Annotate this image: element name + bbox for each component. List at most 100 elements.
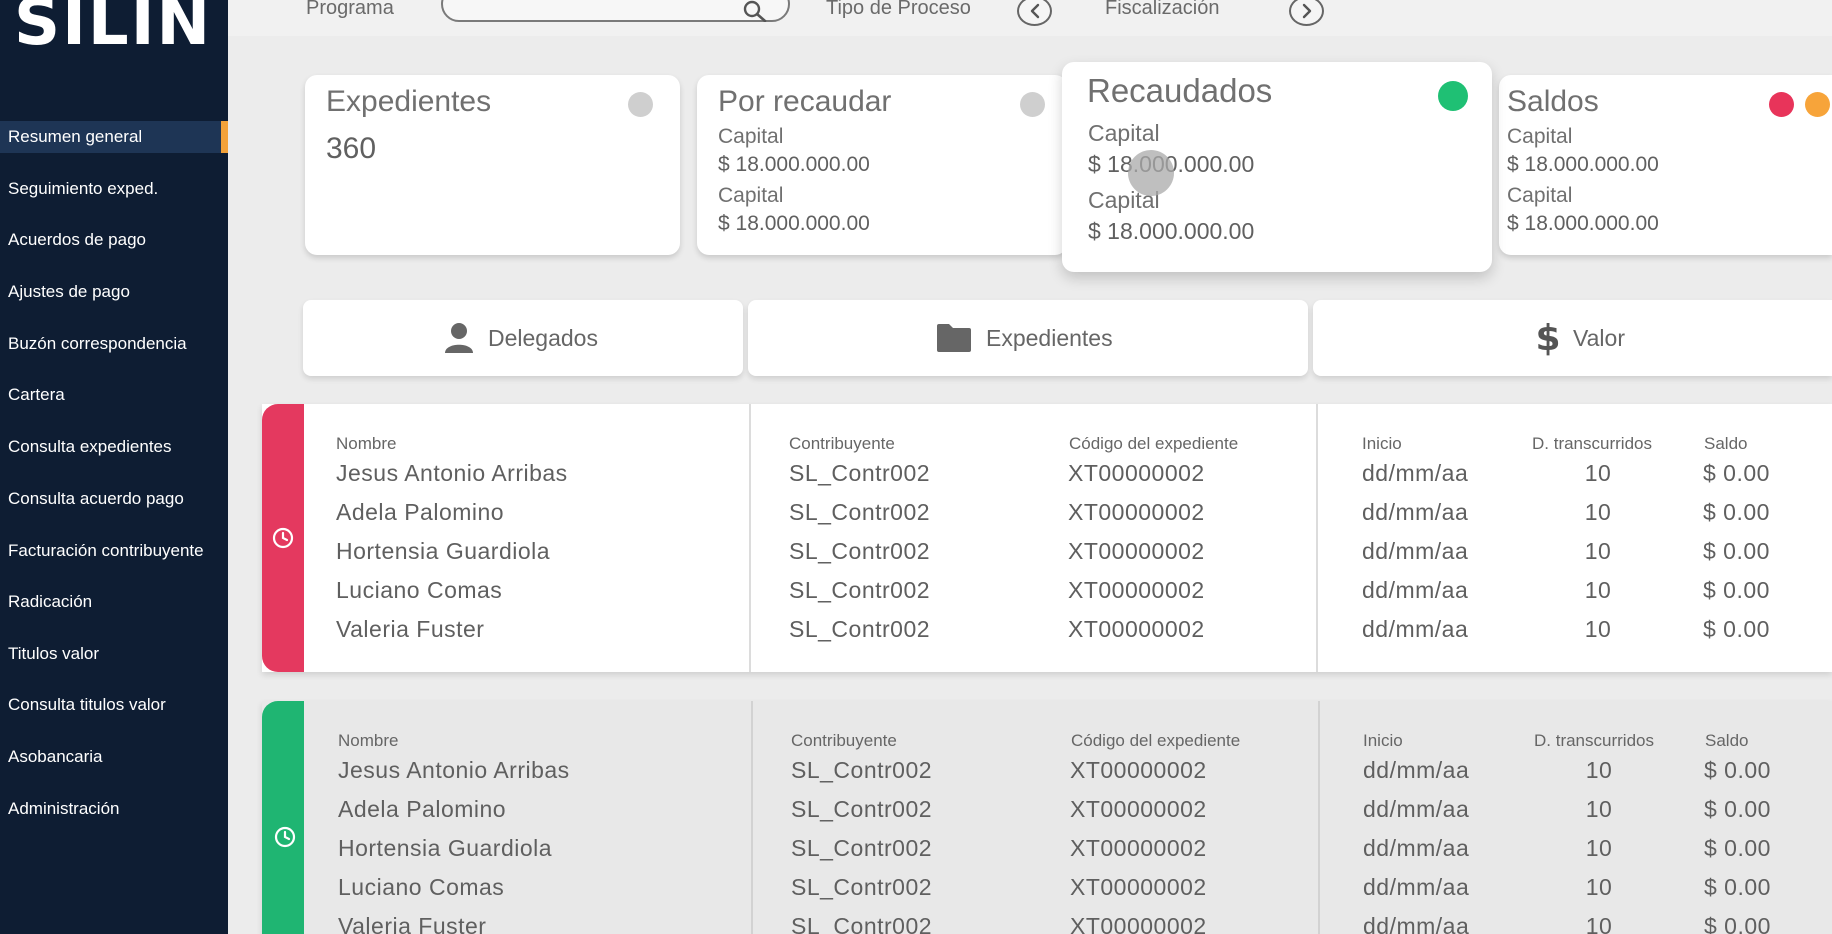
sidebar-item-facturacion-contribuyente[interactable]: Facturación contribuyente (0, 535, 228, 567)
search-icon[interactable] (742, 0, 768, 22)
clock-icon (274, 826, 296, 848)
cell-nombre: Jesus Antonio Arribas (338, 757, 570, 783)
cell-saldo: $ 0.00 (1703, 538, 1770, 564)
column-header-codigo: Código del expediente (1069, 434, 1239, 453)
cell-dias: 10 (1584, 616, 1612, 642)
card-recaudados[interactable]: Recaudados Capital $ 18.000.000.00 Capit… (1062, 62, 1492, 272)
cell-dias: 10 (1585, 913, 1613, 934)
sidebar-item-cartera[interactable]: Cartera (0, 379, 228, 411)
cell-codigo: XT00000002 (1070, 835, 1207, 861)
cell-contribuyente: SL_Contr002 (791, 913, 933, 934)
programa-search-input[interactable] (441, 0, 790, 22)
cell-codigo: XT00000002 (1068, 577, 1205, 603)
card-expedientes[interactable]: Expedientes 360 (305, 75, 680, 255)
sidebar-item-ajustes-de-pago[interactable]: Ajustes de pago (0, 276, 228, 308)
status-dot-green (1438, 81, 1468, 111)
capital-label: Capital (1507, 125, 1573, 148)
cell-saldo: $ 0.00 (1703, 616, 1770, 642)
column-header-saldo: Saldo (1705, 731, 1749, 750)
status-dot (1020, 92, 1045, 117)
dollar-icon: $ (1537, 319, 1559, 357)
cell-contribuyente: SL_Contr002 (791, 757, 933, 783)
sidebar-item-radicacion[interactable]: Radicación (0, 586, 228, 618)
cell-nombre: Jesus Antonio Arribas (336, 460, 568, 486)
cell-inicio: dd/mm/aa (1362, 460, 1469, 486)
cell-nombre: Hortensia Guardiola (336, 538, 551, 564)
card-recaudados-title: Recaudados (1087, 72, 1273, 109)
cell-dias: 10 (1584, 538, 1612, 564)
sidebar-item-consulta-titulos-valor[interactable]: Consulta titulos valor (0, 689, 228, 721)
status-stripe-red (262, 404, 304, 672)
cell-inicio: dd/mm/aa (1363, 835, 1470, 861)
cell-dias: 10 (1585, 796, 1613, 822)
cell-nombre: Luciano Comas (338, 874, 505, 900)
column-divider (749, 404, 751, 672)
person-icon (445, 323, 473, 353)
capital-label: Capital (718, 184, 784, 207)
cell-inicio: dd/mm/aa (1363, 913, 1470, 934)
cell-nombre: Hortensia Guardiola (338, 835, 553, 861)
capital-value: $ 18.000.000.00 (718, 212, 870, 235)
capital-value: $ 18.000.000.00 (1507, 212, 1659, 235)
cell-contribuyente: SL_Contr002 (789, 499, 931, 525)
card-expedientes-count: 360 (326, 132, 377, 165)
sidebar-item-titulos-valor[interactable]: Titulos valor (0, 638, 228, 670)
status-dot (628, 92, 653, 117)
tab-valor[interactable]: $ Valor (1313, 300, 1832, 376)
cell-codigo: XT00000002 (1068, 460, 1205, 486)
capital-label: Capital (1088, 120, 1160, 146)
cell-nombre: Valeria Fuster (336, 616, 485, 642)
cell-saldo: $ 0.00 (1704, 757, 1771, 783)
capital-label: Capital (718, 125, 784, 148)
column-header-inicio: Inicio (1362, 434, 1402, 453)
column-header-dias: D. transcurridos (1532, 434, 1652, 453)
tab-delegados[interactable]: Delegados (303, 300, 743, 376)
chevron-right-icon (1302, 3, 1312, 19)
sidebar-item-asobancaria[interactable]: Asobancaria (0, 741, 228, 773)
column-header-inicio: Inicio (1363, 731, 1403, 750)
column-header-codigo: Código del expediente (1071, 731, 1241, 750)
sidebar-item-administracion[interactable]: Administración (0, 793, 228, 825)
sidebar-item-resumen-general[interactable]: Resumen general (0, 121, 228, 153)
cell-contribuyente: SL_Contr002 (789, 577, 931, 603)
cursor-indicator (1128, 150, 1174, 196)
sidebar-item-consulta-expedientes[interactable]: Consulta expedientes (0, 431, 228, 463)
cell-saldo: $ 0.00 (1704, 796, 1771, 822)
sidebar-item-buzon-correspondencia[interactable]: Buzón correspondencia (0, 328, 228, 360)
card-saldos[interactable]: Saldos Capital $ 18.000.000.00 Capital $… (1499, 75, 1832, 255)
card-por-recaudar-title: Por recaudar (718, 85, 892, 118)
cell-saldo: $ 0.00 (1704, 874, 1771, 900)
cell-dias: 10 (1584, 577, 1612, 603)
cell-nombre: Valeria Fuster (338, 913, 487, 934)
cell-inicio: dd/mm/aa (1363, 757, 1470, 783)
sidebar-item-acuerdos-de-pago[interactable]: Acuerdos de pago (0, 224, 228, 256)
cell-inicio: dd/mm/aa (1362, 499, 1469, 525)
cell-codigo: XT00000002 (1070, 874, 1207, 900)
cell-codigo: XT00000002 (1068, 616, 1205, 642)
capital-label: Capital (1507, 184, 1573, 207)
column-header-contribuyente: Contribuyente (789, 434, 895, 453)
tab-expedientes[interactable]: Expedientes (748, 300, 1308, 376)
clock-icon (272, 527, 294, 549)
cell-inicio: dd/mm/aa (1362, 577, 1469, 603)
cell-nombre: Luciano Comas (336, 577, 503, 603)
sidebar-item-seguimiento-exped[interactable]: Seguimiento exped. (0, 173, 228, 205)
cell-dias: 10 (1585, 835, 1613, 861)
fiscalizacion-next-button[interactable] (1289, 0, 1324, 26)
cell-dias: 10 (1584, 460, 1612, 486)
cell-codigo: XT00000002 (1070, 913, 1207, 934)
tipo-proceso-prev-button[interactable] (1017, 0, 1052, 26)
cell-dias: 10 (1585, 757, 1613, 783)
cell-contribuyente: SL_Contr002 (791, 835, 933, 861)
cell-contribuyente: SL_Contr002 (789, 616, 931, 642)
programa-label: Programa (306, 0, 394, 19)
table-group-red: Nombre Contribuyente Código del expedien… (262, 404, 1832, 672)
cell-inicio: dd/mm/aa (1363, 874, 1470, 900)
capital-value: $ 18.000.000.00 (718, 153, 870, 176)
card-por-recaudar[interactable]: Por recaudar Capital $ 18.000.000.00 Cap… (697, 75, 1067, 255)
sidebar-item-consulta-acuerdo-pago[interactable]: Consulta acuerdo pago (0, 483, 228, 515)
status-dot-orange (1805, 92, 1830, 117)
cell-saldo: $ 0.00 (1703, 460, 1770, 486)
tab-valor-label: Valor (1573, 324, 1625, 351)
filter-bar: Programa Tipo de Proceso Fiscalización (228, 0, 1832, 36)
